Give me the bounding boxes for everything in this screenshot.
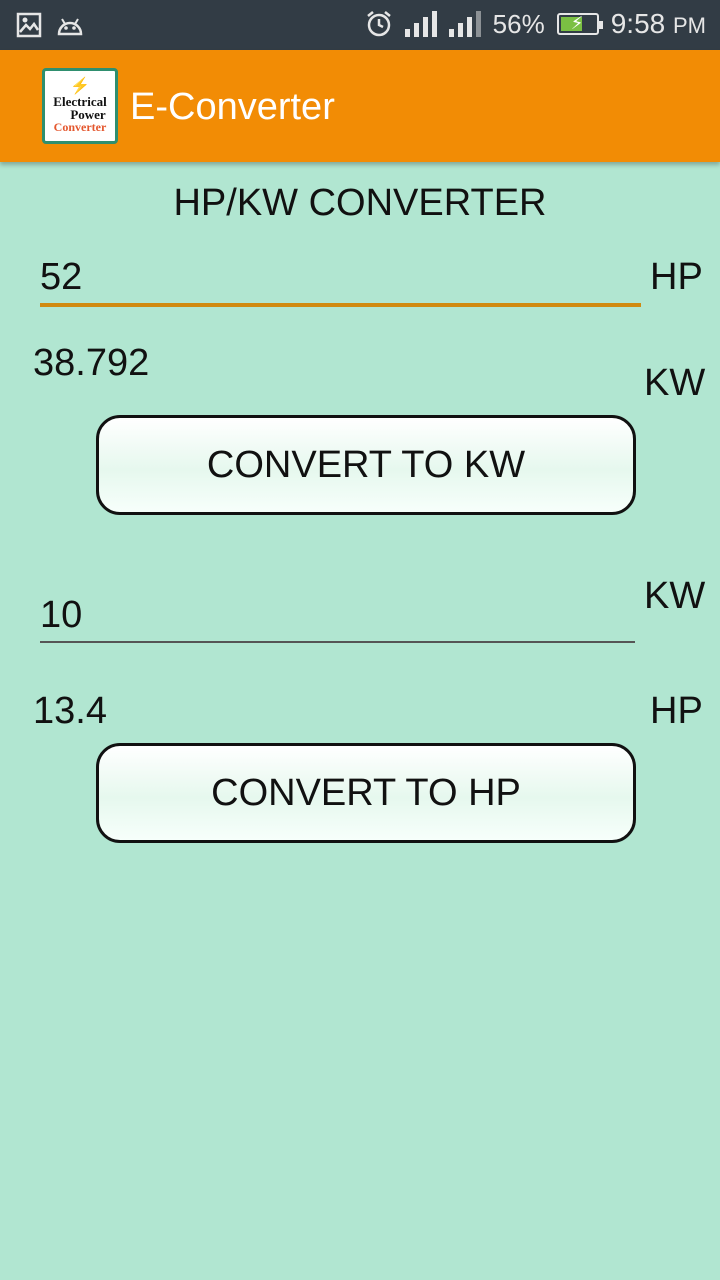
app-logo: ⚡ Electrical Power Converter xyxy=(42,68,118,144)
kw-input-underline xyxy=(40,641,635,643)
battery-percent: 56% xyxy=(492,8,545,39)
android-icon xyxy=(57,18,83,36)
hp-input-unit: HP xyxy=(650,256,703,298)
kw-result-value: 38.792 xyxy=(33,342,150,384)
page-title: HP/KW CONVERTER xyxy=(173,182,547,224)
lightning-icon: ⚡ xyxy=(70,78,90,95)
kw-input-field[interactable]: 10 xyxy=(40,594,82,637)
signal-icon xyxy=(404,11,437,37)
hp-result-value: 13.4 xyxy=(33,690,107,732)
clock: 9:58 PM xyxy=(611,8,706,40)
kw-result-unit: KW xyxy=(644,362,706,404)
hp-input-field[interactable]: 52 xyxy=(40,256,82,299)
status-bar: 56% ⚡ 9:58 PM xyxy=(0,0,720,50)
hp-result-unit: HP xyxy=(650,690,703,732)
alarm-icon xyxy=(366,11,391,37)
app-title: E-Converter xyxy=(130,86,335,128)
hp-input-underline xyxy=(40,303,641,307)
convert-to-kw-button[interactable]: CONVERT TO KW xyxy=(96,415,636,515)
clock-time: 9:58 xyxy=(610,8,666,39)
app-bar: ⚡ Electrical Power Converter E-Converter xyxy=(0,50,720,162)
image-icon xyxy=(16,12,42,38)
logo-line-3: Converter xyxy=(53,120,107,134)
battery-charging-icon: ⚡ xyxy=(556,13,603,35)
convert-to-hp-button[interactable]: CONVERT TO HP xyxy=(96,743,636,843)
clock-ampm: PM xyxy=(673,13,706,38)
signal-icon xyxy=(448,11,481,37)
kw-input-unit: KW xyxy=(644,575,706,617)
